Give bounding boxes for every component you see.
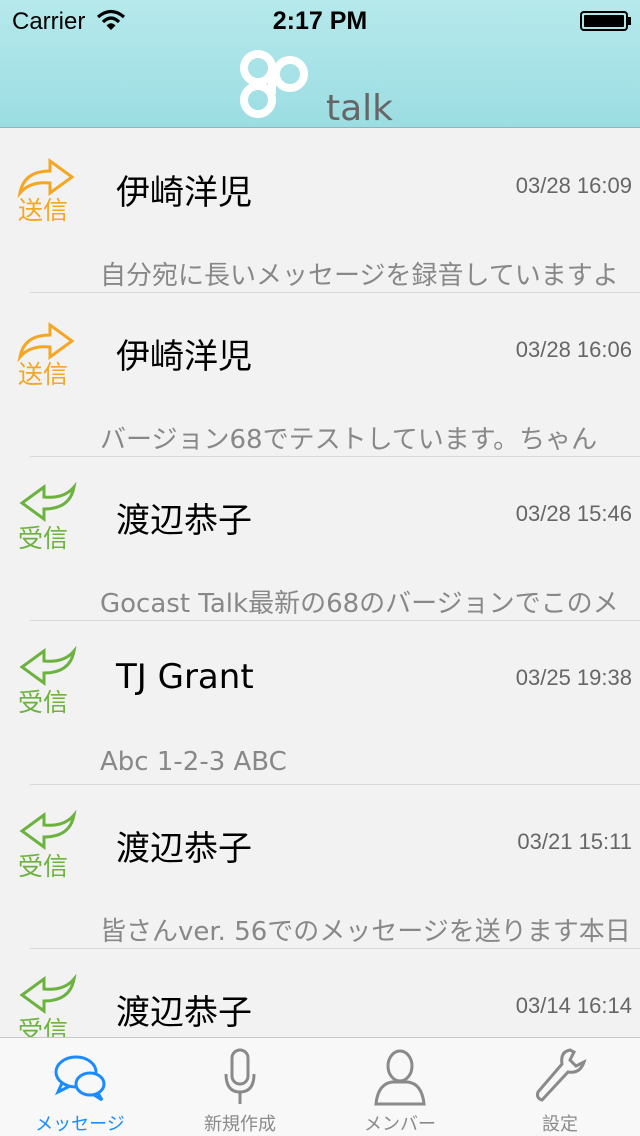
direction-label: 送信 (18, 196, 69, 225)
contact-name: 伊崎洋児 (116, 337, 252, 377)
contact-name: 渡辺恭子 (116, 501, 252, 541)
message-preview: バージョン68でテストしています。ちゃん (100, 425, 598, 455)
message-preview: Gocast Talk最新の68のバージョンでこのメ (100, 589, 619, 619)
message-preview: 自分宛に長いメッセージを録音していますよ (100, 261, 619, 291)
status-bar: Carrier 2:17 PM (0, 0, 640, 40)
chat-bubbles-icon (54, 1055, 106, 1102)
message-list: 送信 伊崎洋児 03/28 16:09 自分宛に長いメッセージを録音していますよ… (0, 129, 640, 1037)
message-date: 03/14 16:14 (515, 993, 632, 1018)
direction-label: 送信 (18, 360, 69, 389)
direction-label: 受信 (18, 688, 69, 717)
direction-label: 受信 (18, 852, 69, 881)
message-date: 03/21 15:11 (517, 829, 632, 854)
message-date: 03/28 16:09 (515, 173, 632, 198)
message-row[interactable]: 受信 渡辺恭子 03/28 15:46 Gocast Talk最新の68のバージ… (0, 457, 640, 621)
tab-label: 設定 (542, 1114, 578, 1135)
message-row[interactable]: 受信 TJ Grant 03/25 19:38 Abc 1-2-3 ABC (0, 621, 640, 785)
tab-messages[interactable]: メッセージ (0, 1038, 160, 1136)
message-row[interactable]: 受信 渡辺恭子 03/14 16:14 (0, 949, 640, 1037)
wrench-icon (536, 1048, 587, 1102)
message-preview: 皆さんver. 56でのメッセージを送ります本日 (100, 917, 631, 947)
message-preview: Abc 1-2-3 ABC (100, 747, 287, 777)
gotalk-logo: talk (240, 50, 393, 128)
tab-members[interactable]: メンバー (320, 1038, 480, 1136)
direction-label: 受信 (18, 524, 69, 553)
contact-name: 渡辺恭子 (116, 993, 252, 1033)
contact-name: 伊崎洋児 (116, 173, 252, 213)
message-row[interactable]: 送信 伊崎洋児 03/28 16:09 自分宛に長いメッセージを録音していますよ (0, 129, 640, 293)
contact-name: 渡辺恭子 (116, 829, 252, 869)
message-date: 03/28 15:46 (515, 501, 632, 526)
tab-label: メッセージ (35, 1114, 125, 1135)
person-icon (374, 1049, 426, 1106)
tab-label: メンバー (364, 1114, 436, 1135)
microphone-icon (224, 1048, 256, 1104)
logo-talk-text: talk (326, 88, 393, 128)
direction-label: 受信 (18, 1016, 69, 1037)
tab-label: 新規作成 (204, 1114, 276, 1135)
tab-bar: メッセージ 新規作成 メンバー 設定 (0, 1037, 640, 1136)
message-date: 03/28 16:06 (515, 337, 632, 362)
contact-name: TJ Grant (116, 657, 254, 697)
tab-settings[interactable]: 設定 (480, 1038, 640, 1136)
status-time: 2:17 PM (272, 7, 368, 35)
message-date: 03/25 19:38 (515, 665, 632, 690)
app-header: Carrier 2:17 PM talk (0, 0, 640, 128)
message-row[interactable]: 受信 渡辺恭子 03/21 15:11 皆さんver. 56でのメッセージを送り… (0, 785, 640, 949)
message-row[interactable]: 送信 伊崎洋児 03/28 16:06 バージョン68でテストしています。ちゃん (0, 293, 640, 457)
battery-icon (580, 11, 631, 31)
tab-new[interactable]: 新規作成 (160, 1038, 320, 1136)
